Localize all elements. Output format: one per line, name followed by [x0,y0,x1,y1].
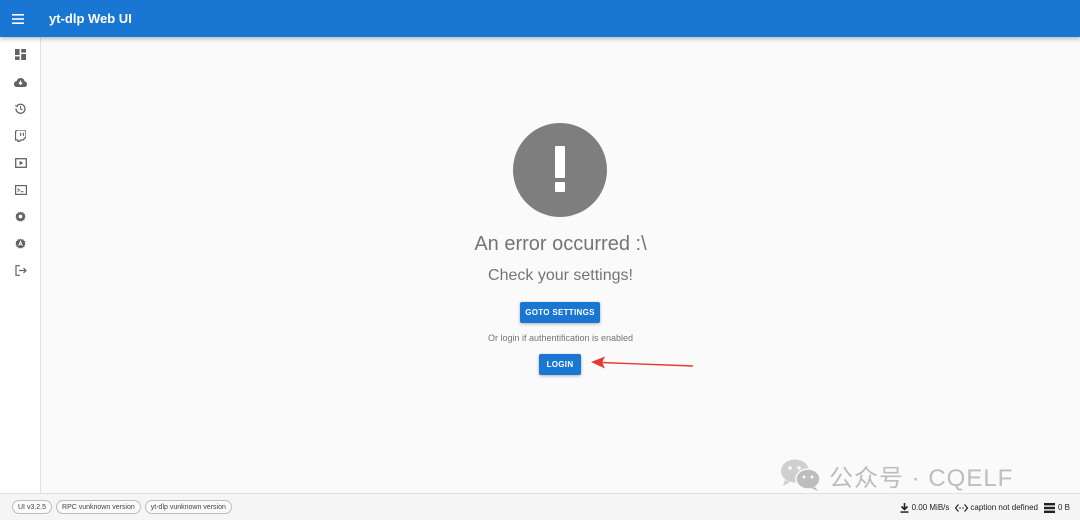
caption-text: caption not defined [970,503,1038,512]
nav-terminal[interactable] [0,176,41,203]
nav-livestream[interactable] [0,149,41,176]
goto-settings-button[interactable]: GOTO SETTINGS [520,302,600,323]
storage-status: 0 B [1043,502,1070,513]
menu-icon [12,13,24,24]
nav-twitch[interactable] [0,122,41,149]
app-title: yt-dlp Web UI [49,11,132,26]
nav-logout[interactable] [0,257,41,284]
nav-settings[interactable] [0,203,41,230]
connection-status: caption not defined [955,503,1038,512]
watermark-text: 公众号 · CQELF [829,464,1014,492]
history-icon [15,103,26,114]
login-note: Or login if authentification is enabled [487,333,634,343]
login-button[interactable]: LOGIN [539,354,581,375]
storage-icon [1043,502,1055,513]
error-icon [513,123,607,217]
main-content: An error occurred :\ Check your settings… [41,37,1080,493]
status-bar: 0.00 MiB/s caption not defined 0 B [900,494,1070,520]
ui-version-chip: UI v3.2.5 [12,500,53,514]
cloud-download-icon [14,77,27,87]
rpc-version-chip: RPC vunknown version [56,500,141,514]
download-speed: 0.00 MiB/s [900,502,950,513]
nav-dashboard[interactable] [0,41,41,68]
ytdlp-version-chip: yt-dlp vunknown version [144,500,232,514]
twitch-icon [15,129,26,142]
settings-icon [15,211,26,222]
footer: UI v3.2.5 RPC vunknown version yt-dlp vu… [0,493,1080,520]
nav-history[interactable] [0,95,41,122]
wechat-icon [781,459,821,491]
download-speed-value: 0.00 MiB/s [911,503,950,512]
download-icon [900,502,909,513]
logout-icon [14,265,27,276]
video-library-icon [14,158,27,168]
error-title: An error occurred :\ [474,233,647,255]
error-subtitle: Check your settings! [488,267,633,284]
terminal-icon [14,184,27,195]
watermark: 公众号 · CQELF [779,457,1013,493]
settings-ethernet-icon [955,503,969,512]
nav-autosettings[interactable] [0,230,41,257]
app-bar: yt-dlp Web UI [0,0,1080,37]
sidebar [0,37,41,493]
auto-settings-icon [15,238,26,249]
nav-downloads[interactable] [0,68,41,95]
annotation-arrow-icon [591,356,694,369]
menu-button[interactable] [0,0,36,37]
dashboard-icon [15,49,26,60]
storage-size: 0 B [1057,503,1070,512]
